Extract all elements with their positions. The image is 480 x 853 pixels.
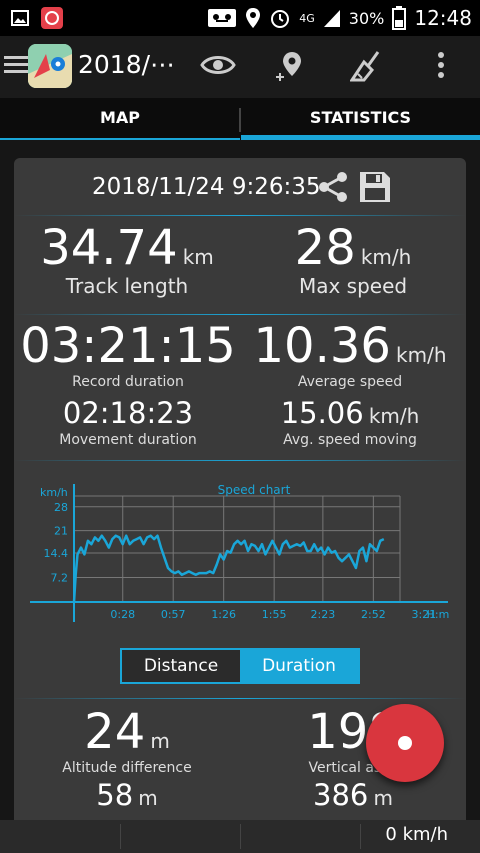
x-tick-label: 1:26 <box>211 608 236 621</box>
track-title[interactable]: 2018/⋯ <box>78 50 175 79</box>
altitude-difference-unit: m <box>150 729 170 753</box>
avg-speed-moving-value: 15.06 <box>280 396 364 430</box>
average-speed-unit: km/h <box>396 343 447 367</box>
signal-icon <box>323 10 340 27</box>
x-axis-label: H:m <box>427 608 450 621</box>
battery-percent: 30% <box>348 8 385 28</box>
y-tick-label: 21 <box>54 525 68 538</box>
record-duration-value: 03:21:15 <box>20 318 236 374</box>
movement-duration-value: 02:18:23 <box>62 396 194 430</box>
track-datetime: 2018/11/24 9:26:35 <box>92 174 321 200</box>
vertical-second-value: 386 <box>313 778 369 812</box>
record-dot-icon <box>398 736 412 750</box>
altitude-second-unit: m <box>138 786 158 810</box>
tab-map-underline <box>0 138 240 140</box>
bottom-divider <box>240 824 241 849</box>
altitude-difference-block: 24 m Altitude difference 58 m <box>24 704 230 812</box>
track-length-block: 34.74 km Track length <box>24 220 230 298</box>
current-speed: 0 km/h <box>385 824 448 845</box>
average-speed-block: 10.36 km/h Average speed <box>240 318 460 390</box>
divider <box>14 460 466 461</box>
network-type: 4G <box>299 11 315 25</box>
eye-icon[interactable] <box>200 50 236 80</box>
active-tab-indicator <box>241 135 480 140</box>
altitude-second-value: 58 <box>96 778 134 812</box>
clock: 12:48 <box>414 6 472 30</box>
track-length-value: 34.74 <box>40 220 178 276</box>
y-tick-label: 7.2 <box>51 572 69 585</box>
save-icon[interactable] <box>358 170 392 204</box>
chart-title: Speed chart <box>218 483 291 497</box>
record-button[interactable] <box>366 704 444 782</box>
divider <box>14 215 466 216</box>
app-logo[interactable] <box>28 44 72 88</box>
menu-icon[interactable] <box>4 54 28 76</box>
track-length-label: Track length <box>65 274 189 298</box>
add-location-icon[interactable] <box>274 50 306 84</box>
altitude-difference-label: Altitude difference <box>62 760 192 776</box>
image-icon <box>11 10 29 26</box>
divider <box>14 698 466 699</box>
share-icon[interactable] <box>316 170 350 204</box>
tab-bar: MAP STATISTICS <box>0 98 480 140</box>
x-tick-label: 2:52 <box>361 608 386 621</box>
overflow-menu-icon[interactable] <box>436 50 446 80</box>
altitude-difference-value: 24 <box>84 704 146 760</box>
max-speed-value: 28 <box>294 220 356 276</box>
y-tick-label: 14.4 <box>44 547 69 560</box>
broom-icon[interactable] <box>350 50 384 82</box>
average-speed-label: Average speed <box>297 374 403 390</box>
movement-duration-block: 02:18:23 Movement duration <box>18 396 238 448</box>
duration-toggle-button[interactable]: Duration <box>240 650 358 682</box>
max-speed-label: Max speed <box>298 274 408 298</box>
max-speed-block: 28 km/h Max speed <box>250 220 456 298</box>
track-length-unit: km <box>182 245 214 269</box>
distance-toggle-button[interactable]: Distance <box>122 650 240 682</box>
avg-speed-moving-unit: km/h <box>368 404 420 428</box>
tab-map[interactable]: MAP <box>0 98 240 140</box>
divider <box>14 314 466 315</box>
max-speed-unit: km/h <box>360 245 412 269</box>
x-tick-label: 0:57 <box>161 608 186 621</box>
x-tick-label: 2:23 <box>311 608 336 621</box>
voicemail-icon <box>208 9 237 27</box>
tab-statistics[interactable]: STATISTICS <box>241 98 480 140</box>
vertical-second-unit: m <box>373 786 393 810</box>
avg-speed-moving-block: 15.06 km/h Avg. speed moving <box>240 396 460 448</box>
record-duration-block: 03:21:15 Record duration <box>18 318 238 390</box>
average-speed-value: 10.36 <box>253 318 391 374</box>
x-tick-label: 1:55 <box>262 608 287 621</box>
bottom-divider <box>120 824 121 849</box>
speed-chart: 282114.47.20:28 0:57 1:26 1:55 2:23 2:52 3:21k… <box>30 483 450 622</box>
app-notification-icon <box>41 7 63 29</box>
bottom-status-bar: 0 km/h <box>0 820 480 853</box>
movement-duration-label: Movement duration <box>59 432 197 448</box>
app-toolbar: 2018/⋯ <box>0 36 480 98</box>
y-axis-label: km/h <box>40 486 68 499</box>
speed-series-line <box>72 534 385 603</box>
location-icon <box>246 8 261 28</box>
bottom-divider <box>360 824 361 849</box>
chart-mode-toggle: Distance Duration <box>120 648 360 684</box>
status-bar: 4G 30% 12:48 <box>0 0 480 36</box>
x-tick-label: 0:28 <box>110 608 135 621</box>
record-duration-label: Record duration <box>72 374 184 390</box>
y-tick-label: 28 <box>54 501 68 514</box>
avg-speed-moving-label: Avg. speed moving <box>283 432 417 448</box>
alarm-icon <box>271 10 290 28</box>
battery-icon <box>392 6 407 30</box>
